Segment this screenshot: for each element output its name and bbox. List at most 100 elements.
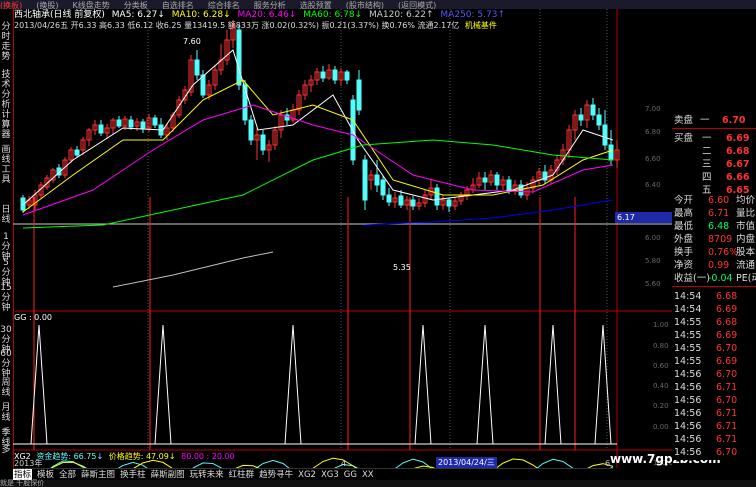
candle-body <box>578 114 584 121</box>
quote-summary: 2013/04/26五 开6.33 高6.33 低6.12 收6.25 量134… <box>14 21 460 30</box>
top-menu-item[interactable]: 服务分析 <box>254 1 286 9</box>
top-menu-item[interactable]: (换板) <box>0 1 22 9</box>
tick-row: 14:55 6.70 <box>672 342 756 355</box>
tick-price: 6.70 <box>716 343 738 354</box>
tick-price: 6.70 <box>716 447 738 458</box>
sidebar-button[interactable]: 60分钟 <box>0 349 12 379</box>
buy-row: 四 6.66 <box>672 171 756 184</box>
tick-price: 6.69 <box>716 304 738 315</box>
tick-time: 14:56 <box>674 369 702 380</box>
quote-value: 6.48 <box>708 221 730 232</box>
candle-body <box>236 29 242 86</box>
candle-body <box>362 159 368 201</box>
buy-row: 买盘一 6.69 <box>672 132 756 145</box>
ma120-line <box>112 251 274 288</box>
quote-label2: 量比 <box>736 208 756 219</box>
quote-label: 净资 <box>674 260 694 271</box>
sidebar-button[interactable]: 15分钟 <box>0 283 12 313</box>
quote-label2: 内盘 <box>736 234 756 245</box>
tick-price: 6.70 <box>716 369 738 380</box>
sidebar-button[interactable]: 多 <box>0 445 12 455</box>
top-menu-item[interactable]: (股市结构) <box>346 1 384 9</box>
quote-row: 今开 6.60 均价 <box>672 194 756 207</box>
quote-value: 6.60 <box>708 195 730 206</box>
sidebar-button[interactable]: 周线 <box>0 378 12 398</box>
buy-level: 二 <box>702 146 712 157</box>
status-bar: 就是 千股探价 <box>0 480 756 487</box>
kline-chart[interactable]: 7.006.806.606.406.206.005.805.601.000.80… <box>13 9 672 468</box>
ma10-label: MA10: 6.28↓ <box>171 10 231 20</box>
quote-value: 8709 <box>708 234 733 245</box>
candle-body <box>320 71 326 79</box>
tick-price: 6.71 <box>716 434 738 445</box>
buy-level: 三 <box>702 159 712 170</box>
candle-body <box>386 194 392 203</box>
mid-tick: 0.60 <box>653 362 669 370</box>
top-menu-item[interactable]: (换股) <box>36 1 58 9</box>
candle-body <box>608 144 614 161</box>
quote-label2: 市值 <box>736 221 756 232</box>
tick-time: 14:56 <box>674 421 702 432</box>
price-trend-label: 价格趋势: 47.09↓ <box>108 452 176 461</box>
candle-body <box>248 119 254 141</box>
candle-body <box>380 179 386 196</box>
gg-spike <box>154 324 172 445</box>
tick-time: 14:56 <box>674 382 702 393</box>
sidebar-button[interactable]: 计算器 <box>0 110 12 140</box>
tick-row: 14:54 6.69 <box>672 303 756 316</box>
fund-trend-label: 资金趋势: 66.75↓ <box>36 452 104 461</box>
sidebar-button[interactable]: 分时走势 <box>0 22 12 62</box>
ma120-label: MA120: 6.22↑ <box>368 10 434 20</box>
tick-row: 14:56 6.70 <box>672 394 756 407</box>
left-sidebar: 分时走势 技术分析 计算器 画线工具 日线 1分钟 5分钟 15分钟 30分钟 60分钟 周线 月线季… <box>0 9 14 469</box>
candle-body <box>128 119 134 128</box>
price-tick: 6.60 <box>645 155 661 163</box>
gg-spike <box>544 324 562 445</box>
tick-price: 6.69 <box>716 330 738 341</box>
gg-spike <box>284 324 302 445</box>
range-label: 80.00 : 20.00 <box>181 452 235 461</box>
quote-label2: PE(动 <box>736 273 756 284</box>
buy-price: 6.68 <box>726 146 750 157</box>
board-label: 机械基件 <box>464 21 497 30</box>
gg-spike <box>594 324 612 445</box>
cursor-date: 2013/04/24/三 <box>436 457 497 468</box>
quote-row: 净资 0.99 流通 <box>672 259 756 272</box>
top-menu-item[interactable]: 自选排名 <box>162 1 194 9</box>
tick-row: 14:56 6.70 <box>672 368 756 381</box>
price-tick: 6.40 <box>645 181 661 189</box>
quote-label: 最高 <box>674 208 694 219</box>
gg-spike <box>414 324 432 445</box>
sidebar-button[interactable]: 画线工具 <box>0 145 12 185</box>
mid-tick: 0.80 <box>653 342 669 350</box>
price-tick: 5.80 <box>645 257 661 265</box>
candle-body <box>98 124 104 134</box>
top-menu-item[interactable]: K线盘走势 <box>73 1 110 9</box>
divider <box>672 128 756 129</box>
buy-label: 买盘 <box>674 133 694 144</box>
mid-tick: 1.00 <box>653 321 669 329</box>
tick-time: 14:55 <box>674 330 702 341</box>
sidebar-button[interactable]: 日线 <box>0 205 12 225</box>
top-menu-item[interactable]: 分类板 <box>124 1 148 9</box>
buy-price: 6.66 <box>726 172 750 183</box>
tick-price: 6.71 <box>716 382 738 393</box>
divider <box>672 286 756 287</box>
top-menu-item[interactable]: (返回模式) <box>398 1 436 9</box>
tick-row: 14:55 6.69 <box>672 329 756 342</box>
candle-body <box>434 187 440 206</box>
sidebar-button[interactable]: 技术分析 <box>0 70 12 110</box>
quote-label: 收益(一) <box>674 273 710 284</box>
tick-time: 14:55 <box>674 343 702 354</box>
tick-time: 14:56 <box>674 434 702 445</box>
top-menu-item[interactable]: 选股预置 <box>300 1 332 9</box>
header-line2: 2013/04/26五 开6.33 高6.33 低6.12 收6.25 量134… <box>14 20 497 31</box>
candle-body <box>260 134 266 151</box>
price-tick: 6.00 <box>645 234 661 242</box>
quote-panel: 卖盘一 6.70 买盘一 6.69 二 6.68 三 6.67 四 6.66 五 6.65 今开 6.60… <box>672 100 756 460</box>
top-menu-item[interactable]: 综合排名 <box>208 1 240 9</box>
sidebar-button[interactable]: 月线 <box>0 403 12 423</box>
candle-body <box>74 149 80 156</box>
bottom-panel-title: XG2 资金趋势: 66.75↓ 价格趋势: 47.09↓ 80.00 : 20… <box>14 451 235 462</box>
tick-time: 14:56 <box>674 408 702 419</box>
